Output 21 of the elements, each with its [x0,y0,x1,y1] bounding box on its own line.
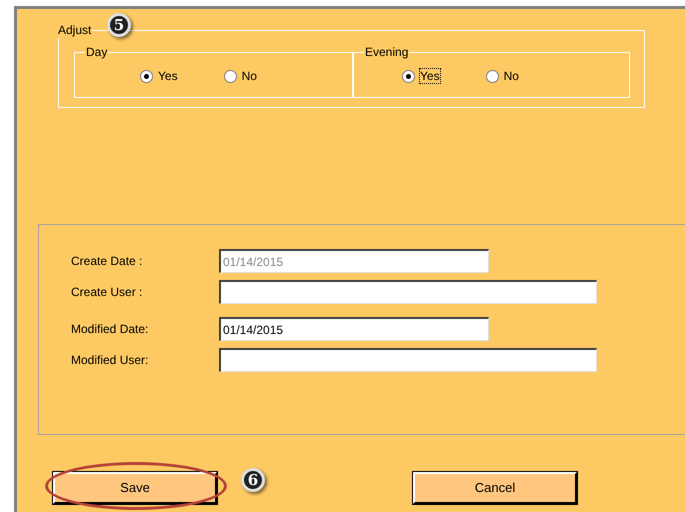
callout-number: 6 [241,468,265,492]
group-title: Adjust [57,22,92,38]
radio-label[interactable]: Yes [158,69,178,83]
radio-label[interactable]: No [242,69,257,83]
radio-label[interactable]: Yes [420,69,440,83]
field-label: Modified Date: [70,321,150,338]
radio-label[interactable]: No [504,69,519,83]
text-field[interactable] [219,280,597,304]
text-field[interactable]: 01/14/2015 [219,317,489,341]
button[interactable]: Cancel [413,472,577,504]
radio-button[interactable] [224,70,237,82]
radio-button[interactable] [140,70,153,82]
callout-number: 5 [107,13,131,37]
radio-button[interactable] [402,70,415,82]
field-label: Create User : [70,284,144,301]
field-label: Modified User: [70,352,150,369]
radio-button[interactable] [486,70,499,82]
text-field[interactable] [219,348,597,372]
field-label: Create Date : [70,253,144,270]
group-title: Evening [364,44,410,60]
button[interactable]: Save [53,472,217,504]
